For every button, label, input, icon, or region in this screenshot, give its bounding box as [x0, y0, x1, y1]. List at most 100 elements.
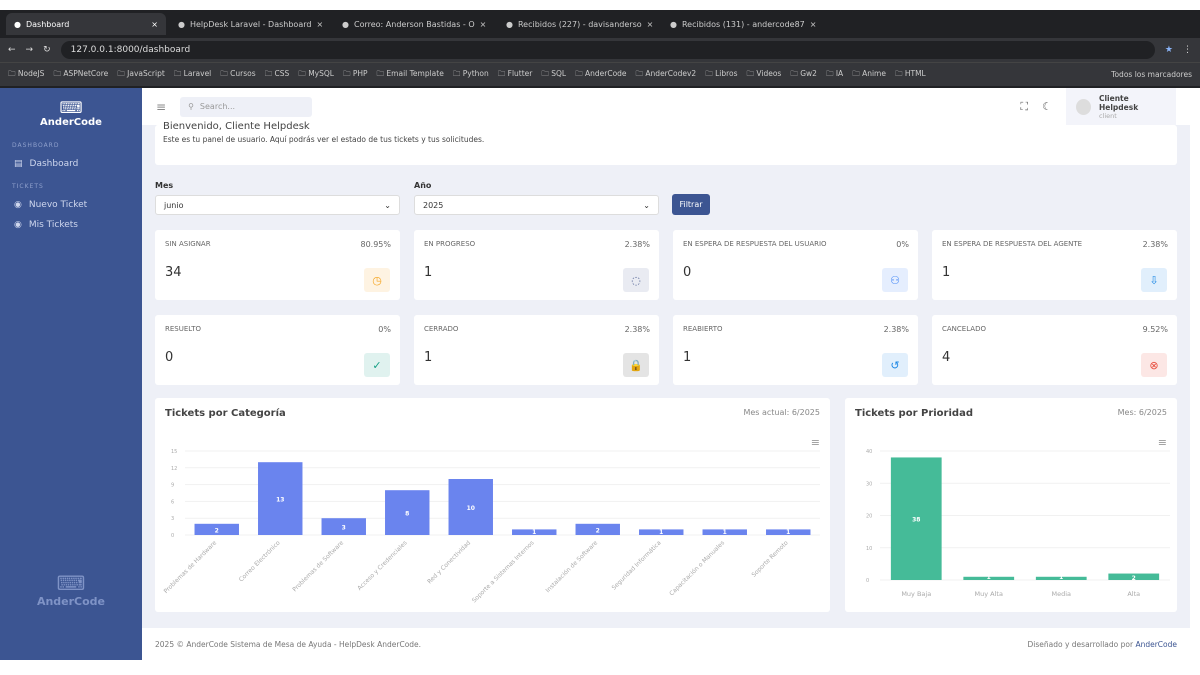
folder-icon: 🗀	[117, 69, 125, 78]
tab-title: HelpDesk Laravel - Dashboard	[189, 19, 312, 29]
bookmark-item[interactable]: 🗀 PHP	[343, 68, 368, 81]
bookmark-item[interactable]: 🗀 JavaScript	[117, 68, 165, 81]
all-bookmarks[interactable]: Todos los marcadores	[1111, 70, 1192, 79]
user-name: Cliente Helpdesk	[1098, 93, 1139, 112]
star-icon[interactable]: ★	[1165, 45, 1173, 55]
year-select[interactable]: 2025 ⌄	[414, 195, 659, 215]
month-select[interactable]: junio ⌄	[155, 195, 400, 215]
browser-tab[interactable]: ● Recibidos (227) - davisanderso ×	[498, 13, 658, 35]
close-icon[interactable]: ×	[316, 20, 323, 29]
bookmark-item[interactable]: 🗀 MySQL	[298, 68, 334, 81]
x-tick-label: Correo Electrónico	[238, 539, 282, 583]
status-percent: 2.38%	[883, 325, 909, 334]
search-placeholder: Search...	[199, 102, 236, 111]
welcome-card: Bienvenido, Cliente Helpdesk Este es tu …	[155, 121, 1177, 165]
close-icon[interactable]: ×	[810, 20, 817, 29]
close-icon[interactable]: ×	[151, 20, 158, 29]
bookmark-label: IA	[835, 69, 844, 78]
x-tick-label: Acceso y Credenciales	[356, 539, 408, 591]
sidebar-item-nuevo-ticket[interactable]: ◉ Nuevo Ticket	[0, 190, 142, 210]
status-title: RESUELTO	[165, 325, 201, 333]
avatar	[1076, 98, 1091, 115]
footer-link[interactable]: AnderCode	[1135, 640, 1177, 649]
forward-icon[interactable]: →	[26, 45, 34, 55]
status-card: RESUELTO 0% 0 ✓	[155, 315, 400, 385]
footer-credit: Diseñado y desarrollado por	[1027, 639, 1134, 649]
bookmark-item[interactable]: 🗀 Gw2	[790, 68, 817, 81]
bookmark-item[interactable]: 🗀 Laravel	[174, 68, 211, 81]
folder-icon: 🗀	[53, 69, 61, 78]
address-bar-row: ← → ↻ 127.0.0.1:8000/dashboard ★ ⋮	[0, 38, 1200, 62]
status-count: 1	[424, 265, 433, 280]
folder-icon: 🗀	[8, 69, 16, 78]
status-percent: 0%	[896, 240, 909, 249]
bookmark-item[interactable]: 🗀 Python	[453, 68, 489, 81]
status-card: EN ESPERA DE RESPUESTA DEL AGENTE 2.38% 1 ⇩	[932, 230, 1177, 300]
bookmark-item[interactable]: 🗀 Videos	[747, 68, 782, 81]
y-tick-label: 12	[171, 466, 177, 472]
tab-favicon-icon: ●	[506, 19, 513, 29]
status-count: 1	[942, 265, 951, 280]
year-value: 2025	[423, 200, 444, 210]
x-tick-label: Red y Conectividad	[426, 539, 472, 585]
user-role: client	[1098, 111, 1117, 120]
folder-icon: 🗀	[298, 69, 306, 78]
bookmark-item[interactable]: 🗀 Cursos	[220, 68, 255, 81]
menu-icon[interactable]: ⋮	[1183, 45, 1192, 55]
browser-tab[interactable]: ● Dashboard ×	[6, 13, 166, 35]
clock-icon: ◷	[364, 268, 390, 292]
x-tick-label: Problemas de Software	[291, 539, 345, 593]
bookmark-item[interactable]: 🗀 Flutter	[498, 68, 533, 81]
check-circle-icon: ✓	[364, 353, 390, 377]
hamburger-icon[interactable]: ≡	[156, 100, 166, 114]
bookmark-item[interactable]: 🗀 Email Template	[377, 68, 444, 81]
bookmark-label: Videos	[756, 69, 782, 78]
bookmark-item[interactable]: 🗀 HTML	[895, 68, 926, 81]
bookmark-label: Flutter	[507, 69, 533, 78]
brand-logo[interactable]: ⌨ AnderCode	[0, 88, 142, 128]
x-tick-label: Problemas de Hardware	[163, 539, 219, 595]
bookmark-label: JavaScript	[127, 69, 165, 78]
bookmark-item[interactable]: 🗀 Libros	[705, 68, 737, 81]
data-label: 1	[532, 529, 536, 536]
data-label: 3	[342, 525, 346, 532]
browser-tab[interactable]: ● Correo: Anderson Bastidas - O ×	[334, 13, 494, 35]
bookmark-item[interactable]: 🗀 CSS	[265, 68, 290, 81]
bookmark-item[interactable]: 🗀 AnderCodev2	[636, 68, 697, 81]
y-tick-label: 30	[866, 481, 872, 487]
welcome-text: Este es tu panel de usuario. Aquí podrás…	[163, 135, 485, 144]
bookmark-label: HTML	[904, 69, 926, 78]
bookmark-item[interactable]: 🗀 ASPNetCore	[53, 68, 108, 81]
bookmark-item[interactable]: 🗀 NodeJS	[8, 68, 44, 81]
back-icon[interactable]: ←	[8, 45, 16, 55]
sidebar-item-mis-tickets[interactable]: ◉ Mis Tickets	[0, 210, 142, 230]
y-tick-label: 40	[866, 449, 872, 455]
lock-icon: 🔒	[623, 353, 649, 377]
bookmark-label: NodeJS	[17, 69, 45, 78]
url-input[interactable]: 127.0.0.1:8000/dashboard	[60, 41, 1155, 59]
folder-icon: 🗀	[452, 69, 461, 78]
status-title: SIN ASIGNAR	[165, 240, 211, 248]
user-menu[interactable]: Cliente Helpdesk client	[1066, 88, 1176, 125]
close-icon[interactable]: ×	[480, 20, 487, 29]
x-tick-label: Instalación de Software	[545, 539, 600, 594]
reload-icon[interactable]: ↻	[43, 45, 51, 55]
close-icon[interactable]: ×	[647, 20, 654, 29]
folder-icon: 🗀	[894, 69, 903, 78]
sidebar-item-dashboard[interactable]: ▤ Dashboard	[0, 149, 142, 169]
browser-tab[interactable]: ● HelpDesk Laravel - Dashboard ×	[170, 13, 330, 35]
browser-tab[interactable]: ● Recibidos (131) - andercode87 ×	[662, 13, 822, 35]
search-input[interactable]: ⚲ Search...	[180, 96, 313, 117]
filter-button[interactable]: Filtrar	[672, 194, 710, 215]
data-label: 2	[596, 527, 600, 534]
bookmark-item[interactable]: 🗀 SQL	[541, 68, 566, 81]
circle-icon: ◉	[14, 200, 22, 210]
moon-icon[interactable]: ☾	[1042, 100, 1052, 113]
bookmark-item[interactable]: 🗀 AnderCode	[575, 68, 626, 81]
bookmark-item[interactable]: 🗀 IA	[826, 68, 843, 81]
y-tick-label: 3	[171, 516, 174, 522]
fullscreen-icon[interactable]: ⛶	[1020, 100, 1028, 114]
main-content: ≡ ⚲ Search... ⛶ ☾ Cliente Helpdesk client …	[142, 88, 1190, 660]
status-count: 0	[165, 350, 174, 365]
bookmark-item[interactable]: 🗀 Anime	[852, 68, 886, 81]
